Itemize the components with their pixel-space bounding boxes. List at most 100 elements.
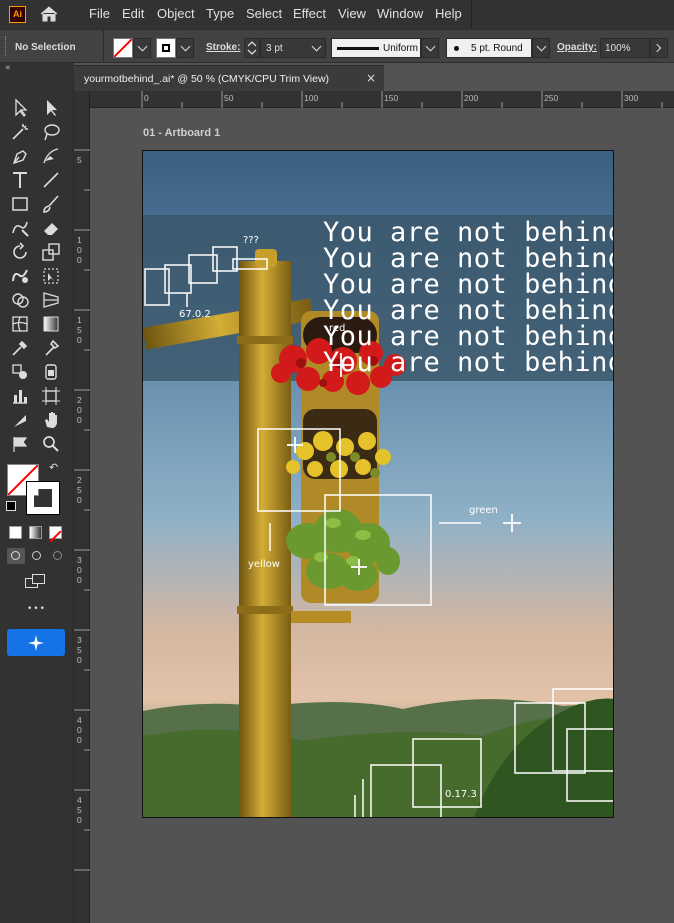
- ruler-label: 100: [77, 235, 82, 265]
- selection-icon[interactable]: [9, 97, 31, 119]
- stroke-dropdown[interactable]: [176, 38, 194, 58]
- artboard-icon[interactable]: [40, 385, 62, 407]
- stroke-weight-stepper[interactable]: [244, 38, 260, 58]
- blend-icon[interactable]: [40, 337, 62, 359]
- flag-icon[interactable]: [9, 433, 31, 455]
- question-label[interactable]: ???: [243, 235, 259, 246]
- artboard-label[interactable]: 01 - Artboard 1: [143, 127, 220, 139]
- perspective-icon[interactable]: [40, 289, 62, 311]
- collapse-icon[interactable]: «: [5, 63, 11, 73]
- column-graph-icon[interactable]: [9, 385, 31, 407]
- menu-bar: Ai File Edit Object Type Select Effect V…: [0, 0, 674, 29]
- curvature-icon[interactable]: [40, 145, 62, 167]
- profile-dropdown[interactable]: [421, 38, 439, 58]
- zoom-icon[interactable]: [40, 433, 62, 455]
- green-label[interactable]: green: [469, 505, 498, 516]
- magic-wand-icon[interactable]: [9, 121, 31, 143]
- fill-swatch[interactable]: [113, 38, 133, 58]
- variable-width-profile[interactable]: Uniform: [331, 38, 421, 58]
- artboard[interactable]: You are not behind You are not behind Yo…: [142, 150, 614, 818]
- menu-effect[interactable]: Effect: [293, 6, 326, 21]
- horizontal-ruler[interactable]: 0 50 100 150 200 250 300: [90, 91, 674, 108]
- selection-status: No Selection: [15, 42, 76, 53]
- stroke-weight-field[interactable]: 3 pt: [260, 38, 326, 58]
- eyedropper-icon[interactable]: [9, 337, 31, 359]
- none-mode-icon[interactable]: [49, 526, 62, 543]
- rectangle-icon[interactable]: [9, 193, 31, 215]
- menu-file[interactable]: File: [89, 6, 110, 21]
- menu-object[interactable]: Object: [157, 6, 195, 21]
- more-tools-icon[interactable]: •••: [27, 604, 46, 614]
- pen-icon[interactable]: [9, 145, 31, 167]
- menu-edit[interactable]: Edit: [122, 6, 144, 21]
- ruler-label: 150: [77, 315, 82, 345]
- ruler-label: 350: [77, 635, 82, 665]
- line-icon[interactable]: [40, 169, 62, 191]
- live-paint-icon[interactable]: [40, 361, 62, 383]
- menu-type[interactable]: Type: [206, 6, 234, 21]
- fill-dropdown[interactable]: [133, 38, 151, 58]
- lasso-icon[interactable]: [40, 121, 62, 143]
- gradient-icon[interactable]: [40, 313, 62, 335]
- rotate-icon[interactable]: [9, 241, 31, 263]
- ruler-label: 100: [304, 93, 319, 103]
- free-transform-icon[interactable]: [40, 265, 62, 287]
- menu-view[interactable]: View: [338, 6, 366, 21]
- eraser-icon[interactable]: [40, 217, 62, 239]
- default-colors-icon[interactable]: [6, 501, 16, 511]
- type-icon[interactable]: [9, 169, 31, 191]
- red-label[interactable]: red: [329, 323, 345, 334]
- opacity-field[interactable]: 100%: [600, 38, 650, 58]
- menu-window[interactable]: Window: [377, 6, 423, 21]
- shape-builder-icon[interactable]: [9, 289, 31, 311]
- document-tab[interactable]: yourmotbehind_.ai* @ 50 % (CMYK/CPU Trim…: [74, 65, 384, 91]
- ruler-ticks: [141, 91, 663, 108]
- headline-line[interactable]: You are not behind: [323, 347, 613, 378]
- draw-behind-icon[interactable]: [28, 548, 46, 564]
- slice-icon[interactable]: [9, 409, 31, 431]
- ruler-label: 250: [77, 475, 82, 505]
- grip-handle[interactable]: [5, 36, 7, 56]
- brush-definition[interactable]: 5 pt. Round: [446, 38, 532, 58]
- stroke-label[interactable]: Stroke:: [206, 42, 240, 53]
- ruler-label: 300: [77, 555, 82, 585]
- shaper-icon[interactable]: [9, 217, 31, 239]
- swap-colors-icon[interactable]: ↶: [49, 461, 58, 474]
- hand-icon[interactable]: [40, 409, 62, 431]
- yellow-label[interactable]: yellow: [248, 559, 280, 570]
- opacity-label[interactable]: Opacity:: [557, 42, 597, 53]
- sparkle-icon: [28, 635, 44, 651]
- stroke-color-swatch[interactable]: [26, 481, 60, 515]
- generative-button[interactable]: [7, 629, 65, 656]
- mesh-icon[interactable]: [9, 313, 31, 335]
- direct-selection-icon[interactable]: [40, 97, 62, 119]
- warp-icon[interactable]: [9, 265, 31, 287]
- draw-normal-icon[interactable]: [7, 548, 25, 564]
- ruler-label: 300: [624, 93, 639, 103]
- gradient-mode-icon[interactable]: [29, 526, 42, 539]
- stroke-swatch[interactable]: [156, 38, 176, 58]
- divider: [103, 30, 104, 64]
- document-tab-bar: yourmotbehind_.ai* @ 50 % (CMYK/CPU Trim…: [74, 63, 674, 91]
- home-icon[interactable]: [39, 5, 59, 23]
- symbol-sprayer-icon[interactable]: [9, 361, 31, 383]
- menu-select[interactable]: Select: [246, 6, 282, 21]
- opacity-arrow[interactable]: [650, 38, 668, 58]
- vertical-ruler[interactable]: 5 100 150 200 250 300 350 400 450: [74, 91, 90, 923]
- version-label[interactable]: 0.17.3: [445, 789, 477, 800]
- scale-icon[interactable]: [40, 241, 62, 263]
- screen-mode-icon[interactable]: [25, 574, 47, 590]
- menu-help[interactable]: Help: [435, 6, 462, 21]
- draw-inside-icon[interactable]: [49, 548, 67, 564]
- control-bar: No Selection Stroke: 3 pt Uniform 5 pt. …: [0, 29, 674, 64]
- color-mode-icon[interactable]: [9, 526, 22, 539]
- illustrator-window: Ai File Edit Object Type Select Effect V…: [0, 0, 674, 923]
- brush-dropdown[interactable]: [532, 38, 550, 58]
- paintbrush-icon[interactable]: [40, 193, 62, 215]
- ruler-label: 200: [77, 395, 82, 425]
- close-tab-icon[interactable]: ×: [366, 71, 376, 85]
- toolbar-header[interactable]: «: [0, 63, 74, 77]
- version-label[interactable]: 67.0.2: [179, 309, 211, 320]
- ruler-label: 0: [144, 93, 149, 103]
- ruler-label: 150: [384, 93, 399, 103]
